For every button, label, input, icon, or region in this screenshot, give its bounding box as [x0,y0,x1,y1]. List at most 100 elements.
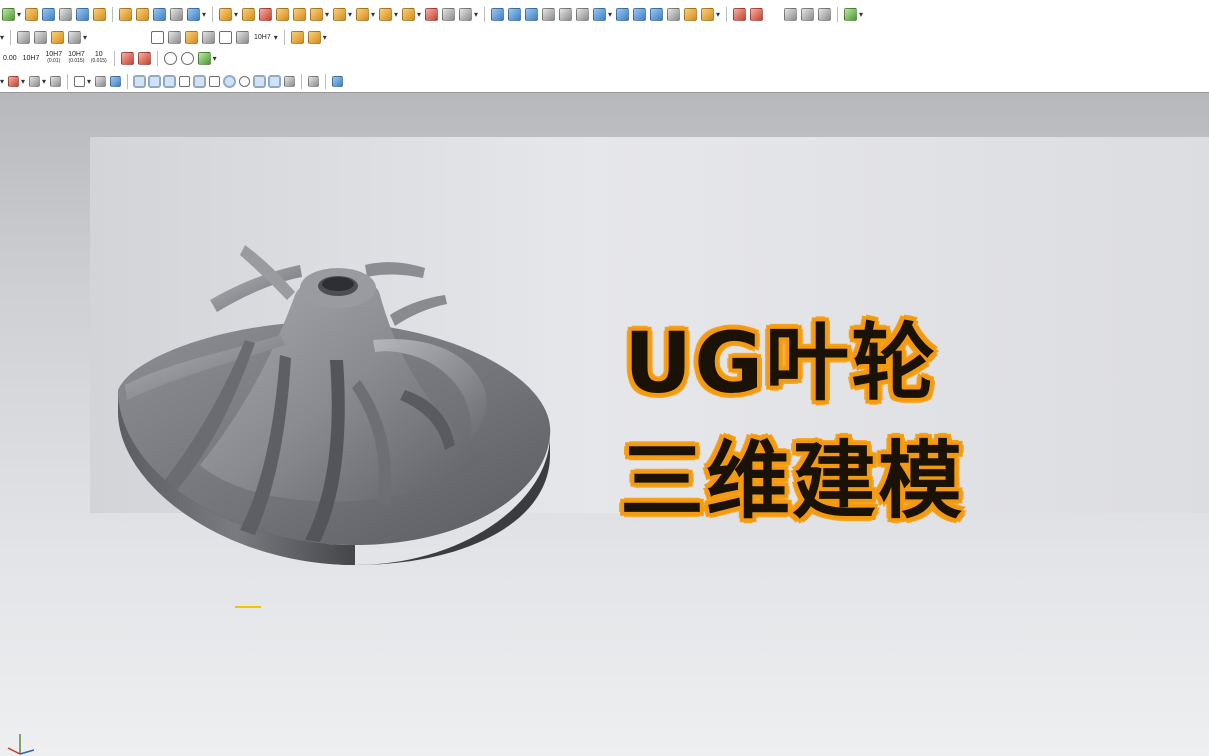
dropdown-arrow-icon[interactable]: ▾ [716,10,720,19]
block-icon[interactable] [93,7,106,21]
table-icon[interactable] [168,30,181,44]
sew-icon[interactable] [667,7,680,21]
lock-icon[interactable] [308,75,319,87]
hole-callout-label[interactable]: 10H7 [254,34,271,41]
dropdown-arrow-icon[interactable]: ▾ [83,33,87,42]
dropdown-arrow-icon[interactable]: ▾ [608,10,612,19]
next-frame-icon[interactable] [767,7,780,21]
synchronous-icon[interactable] [425,7,438,21]
edge-blend-icon[interactable] [119,7,132,21]
dropdown-arrow-icon[interactable]: ▾ [474,10,478,19]
selection-icon[interactable] [332,75,343,87]
dropdown-arrow-icon[interactable]: ▾ [0,77,4,86]
snap-plus-icon[interactable] [253,74,266,88]
blend-surface-icon[interactable] [542,7,555,21]
snap-center-icon[interactable] [133,74,146,88]
subtract-icon[interactable] [219,7,232,21]
tolerance-label[interactable]: 0.00 [3,55,17,62]
assembly-icon[interactable] [290,30,304,44]
extrude-icon[interactable] [25,7,38,21]
dropdown-arrow-icon[interactable]: ▾ [234,10,238,19]
color-icon[interactable] [51,30,64,44]
dropdown-arrow-icon[interactable]: ▾ [325,10,329,19]
snap-intersection-icon[interactable] [148,74,161,88]
analysis-icon[interactable] [844,7,857,21]
fit-curve-icon[interactable] [459,7,472,21]
dropdown-arrow-icon[interactable]: ▾ [21,77,25,86]
dimension-icon[interactable] [185,30,198,44]
feature-control-frame-icon[interactable] [137,51,151,65]
dropdown-arrow-icon[interactable]: ▾ [859,10,863,19]
last-frame-icon[interactable] [801,7,814,21]
dropdown-arrow-icon[interactable]: ▾ [348,10,352,19]
sweep-icon[interactable] [293,7,306,21]
move-face-icon[interactable] [379,7,392,21]
view-icon[interactable] [95,75,106,87]
extension-icon[interactable] [508,7,521,21]
through-curves-icon[interactable] [310,7,323,21]
prev-frame-icon[interactable] [750,7,763,21]
snap-exist-icon[interactable] [193,74,206,88]
chamfer-icon[interactable] [136,7,149,21]
snap-circle-icon[interactable] [239,75,250,87]
thicken-icon[interactable] [701,7,714,21]
trimmed-sheet-icon[interactable] [650,7,663,21]
ruler-icon[interactable] [68,30,81,44]
patch-icon[interactable] [684,7,697,21]
snap-arc-center-icon[interactable] [223,74,236,88]
diameter-icon[interactable] [163,51,177,65]
draft-icon[interactable] [170,7,183,21]
boss-icon[interactable] [76,7,89,21]
drafting-icon[interactable] [219,30,232,44]
triangle-icon[interactable] [151,30,164,44]
filter-icon[interactable] [284,75,295,87]
note-icon[interactable] [236,30,249,44]
next-step-icon[interactable] [784,7,797,21]
offset-surface-icon[interactable] [525,7,538,21]
trim-body-icon[interactable] [259,7,272,21]
dropdown-arrow-icon[interactable]: ▾ [274,33,278,42]
snap-point-icon[interactable] [8,75,19,87]
measure-icon[interactable] [34,30,47,44]
surface-edit-icon[interactable] [356,7,369,21]
swept-icon[interactable] [616,7,629,21]
wave-icon[interactable] [442,7,455,21]
layer-icon[interactable] [17,30,30,44]
snap-line-icon[interactable] [268,74,281,88]
datum-feature-icon[interactable] [120,51,134,65]
tolerance-stack[interactable]: 10H7 (0.01) [42,51,65,65]
hole-icon[interactable] [59,7,72,21]
selection-box-icon[interactable] [74,75,85,87]
snap-end-icon[interactable] [29,75,40,87]
snap-tangent-icon[interactable] [163,74,176,88]
dropdown-arrow-icon[interactable]: ▾ [394,10,398,19]
replace-face-icon[interactable] [402,7,415,21]
snap-on-curve-icon[interactable] [209,75,220,87]
dropdown-arrow-icon[interactable]: ▾ [323,33,327,42]
ruled-icon[interactable] [576,7,589,21]
sketch-icon[interactable] [2,7,15,21]
dropdown-arrow-icon[interactable]: ▾ [0,33,4,42]
grid-icon[interactable] [202,30,215,44]
snap-quadrant-icon[interactable] [179,75,190,87]
tolerance-stack[interactable]: 10H7 (0.015) [65,51,88,65]
unite-icon[interactable] [187,7,200,21]
dropdown-arrow-icon[interactable]: ▾ [42,77,46,86]
first-frame-icon[interactable] [733,7,746,21]
n-sided-surface-icon[interactable] [333,7,346,21]
shaded-icon[interactable] [110,75,121,87]
component-icon[interactable] [307,30,321,44]
offset-face-icon[interactable] [276,7,289,21]
tolerance-label[interactable]: 10H7 [23,55,40,62]
radius-icon[interactable] [180,51,194,65]
dropdown-arrow-icon[interactable]: ▾ [87,77,91,86]
revolve-icon[interactable] [42,7,55,21]
dropdown-arrow-icon[interactable]: ▾ [213,54,217,63]
tolerance-stack[interactable]: 10 (0.015) [88,51,110,65]
section-surface-icon[interactable] [633,7,646,21]
shell-icon[interactable] [153,7,166,21]
undo-arrow-icon[interactable] [197,51,211,65]
bridge-icon[interactable] [491,7,504,21]
dropdown-arrow-icon[interactable]: ▾ [371,10,375,19]
studio-surface-icon[interactable] [593,7,606,21]
